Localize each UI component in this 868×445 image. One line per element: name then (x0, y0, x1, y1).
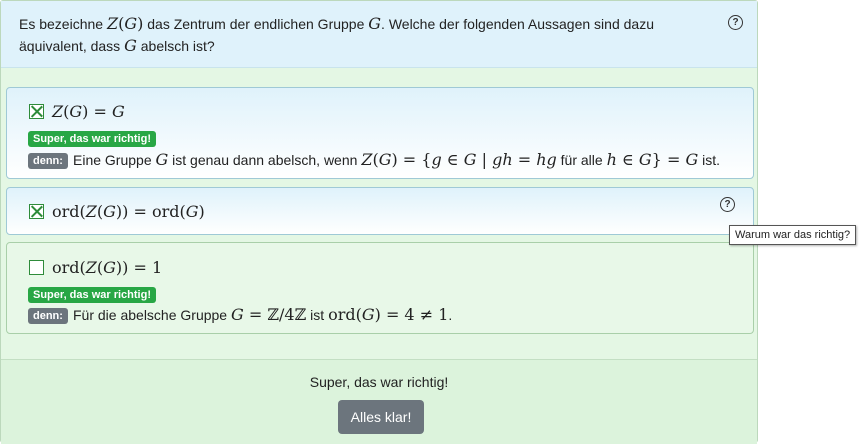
quiz-footer: Super, das war richtig! Alles klar! (1, 359, 757, 444)
checkbox-checked-icon[interactable] (29, 204, 44, 219)
reason-text: Für die abelsche Gruppe G = ℤ/4ℤ ist ord… (73, 305, 453, 324)
tooltip: Warum war das richtig? (729, 225, 857, 245)
answer-label: ord(Z(G)) = 1 (52, 258, 163, 277)
checkbox-checked-icon[interactable] (29, 104, 44, 119)
question-circle-icon[interactable]: ? (720, 197, 735, 212)
reason-text: Eine Gruppe G ist genau dann abelsch, we… (73, 150, 720, 169)
question-circle-icon[interactable]: ? (728, 15, 743, 30)
answer-label: ord(Z(G)) = ord(G) (52, 202, 205, 221)
answer-option-1: Z(G) = G Super, das war richtig! denn: E… (6, 87, 754, 179)
feedback-text: Super, das war richtig! (309, 374, 449, 390)
answer-option-2: ord(Z(G)) = ord(G) ? (6, 187, 754, 235)
reason-prefix-badge: denn: (28, 308, 68, 324)
success-badge: Super, das war richtig! (28, 131, 156, 147)
alles-klar-button[interactable]: Alles klar! (338, 400, 424, 434)
reason-prefix-badge: denn: (28, 153, 68, 169)
answer-label: Z(G) = G (52, 102, 125, 121)
question-header: Es bezeichne Z(G) das Zentrum der endlic… (1, 1, 757, 68)
checkbox-unchecked-icon[interactable] (29, 260, 44, 275)
question-text: Es bezeichne Z(G) das Zentrum der endlic… (19, 14, 654, 55)
answer-option-3: ord(Z(G)) = 1 Super, das war richtig! de… (6, 242, 754, 334)
success-badge: Super, das war richtig! (28, 287, 156, 303)
quiz-panel: Es bezeichne Z(G) das Zentrum der endlic… (0, 0, 758, 444)
